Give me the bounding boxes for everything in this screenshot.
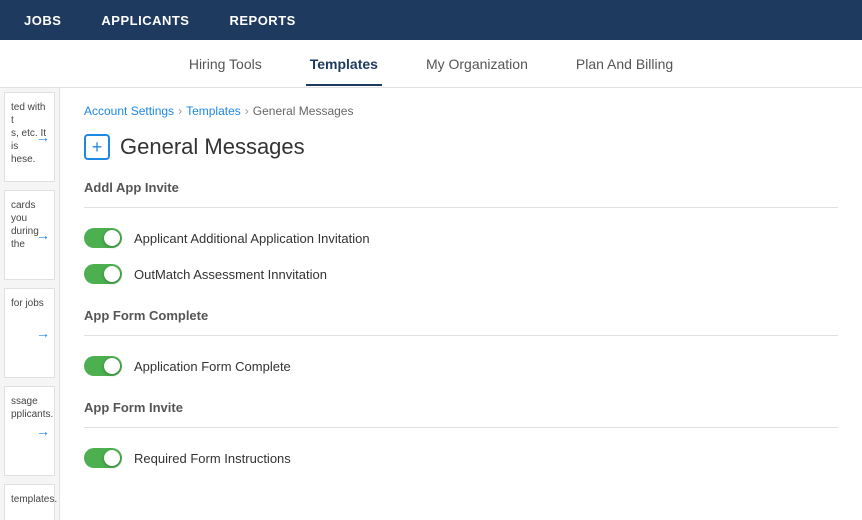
section-addl-app-invite: Addl App Invite Applicant Additional App… — [84, 180, 838, 292]
breadcrumb: Account Settings › Templates › General M… — [84, 104, 838, 118]
breadcrumb-account-settings[interactable]: Account Settings — [84, 104, 174, 118]
breadcrumb-templates[interactable]: Templates — [186, 104, 241, 118]
sidebar-arrow-1: → — [36, 129, 50, 145]
section-app-form-complete: App Form Complete Application Form Compl… — [84, 308, 838, 384]
sidebar-card-4[interactable]: ssagepplicants. → — [4, 386, 55, 476]
tab-hiring-tools[interactable]: Hiring Tools — [185, 42, 266, 86]
section-header-app-form-complete: App Form Complete — [84, 308, 838, 327]
sidebar-card-text-5: templates. — [11, 493, 48, 506]
toggle-item-1[interactable] — [84, 228, 122, 248]
toggle-row-item-3: Application Form Complete — [84, 348, 838, 384]
page-title: General Messages — [120, 134, 305, 160]
toggle-label-item-2: OutMatch Assessment Innvitation — [134, 267, 327, 282]
section-app-form-invite: App Form Invite Required Form Instructio… — [84, 400, 838, 476]
toggle-row-item-1: Applicant Additional Application Invitat… — [84, 220, 838, 256]
secondary-navigation: Hiring Tools Templates My Organization P… — [0, 40, 862, 88]
sidebar-card-text-4: ssagepplicants. — [11, 395, 48, 421]
sidebar-arrow-2: → — [36, 227, 50, 243]
nav-reports[interactable]: REPORTS — [221, 9, 303, 32]
nav-jobs[interactable]: JOBS — [16, 9, 69, 32]
sidebar-card-1[interactable]: ted withts, etc. It ishese. → — [4, 92, 55, 182]
sidebar-arrow-3: → — [36, 325, 50, 341]
sidebar-card-text-3: for jobs — [11, 297, 48, 310]
toggle-item-3[interactable] — [84, 356, 122, 376]
toggle-item-4[interactable] — [84, 448, 122, 468]
sidebar-card-text-2: cards youduring the — [11, 199, 48, 251]
section-header-addl-app-invite: Addl App Invite — [84, 180, 838, 199]
sidebar-panel: ted withts, etc. It ishese. → cards youd… — [0, 88, 60, 520]
tab-my-organization[interactable]: My Organization — [422, 42, 532, 86]
sidebar-card-5[interactable]: templates. → — [4, 484, 55, 520]
page-title-row: + General Messages — [84, 134, 838, 160]
add-general-message-button[interactable]: + — [84, 134, 110, 160]
main-content: Account Settings › Templates › General M… — [60, 88, 862, 520]
divider-3 — [84, 427, 838, 428]
breadcrumb-sep-2: › — [245, 104, 249, 118]
divider-2 — [84, 335, 838, 336]
breadcrumb-sep-1: › — [178, 104, 182, 118]
sidebar-arrow-4: → — [36, 423, 50, 439]
toggle-label-item-4: Required Form Instructions — [134, 451, 291, 466]
toggle-label-item-3: Application Form Complete — [134, 359, 291, 374]
divider-1 — [84, 207, 838, 208]
tab-templates[interactable]: Templates — [306, 42, 382, 86]
toggle-row-item-2: OutMatch Assessment Innvitation — [84, 256, 838, 292]
top-navigation: JOBS APPLICANTS REPORTS — [0, 0, 862, 40]
toggle-row-item-4: Required Form Instructions — [84, 440, 838, 476]
sidebar-card-3[interactable]: for jobs → — [4, 288, 55, 378]
nav-applicants[interactable]: APPLICANTS — [93, 9, 197, 32]
toggle-label-item-1: Applicant Additional Application Invitat… — [134, 231, 370, 246]
sidebar-card-2[interactable]: cards youduring the → — [4, 190, 55, 280]
section-header-app-form-invite: App Form Invite — [84, 400, 838, 419]
tab-plan-and-billing[interactable]: Plan And Billing — [572, 42, 677, 86]
toggle-item-2[interactable] — [84, 264, 122, 284]
breadcrumb-current: General Messages — [253, 104, 354, 118]
